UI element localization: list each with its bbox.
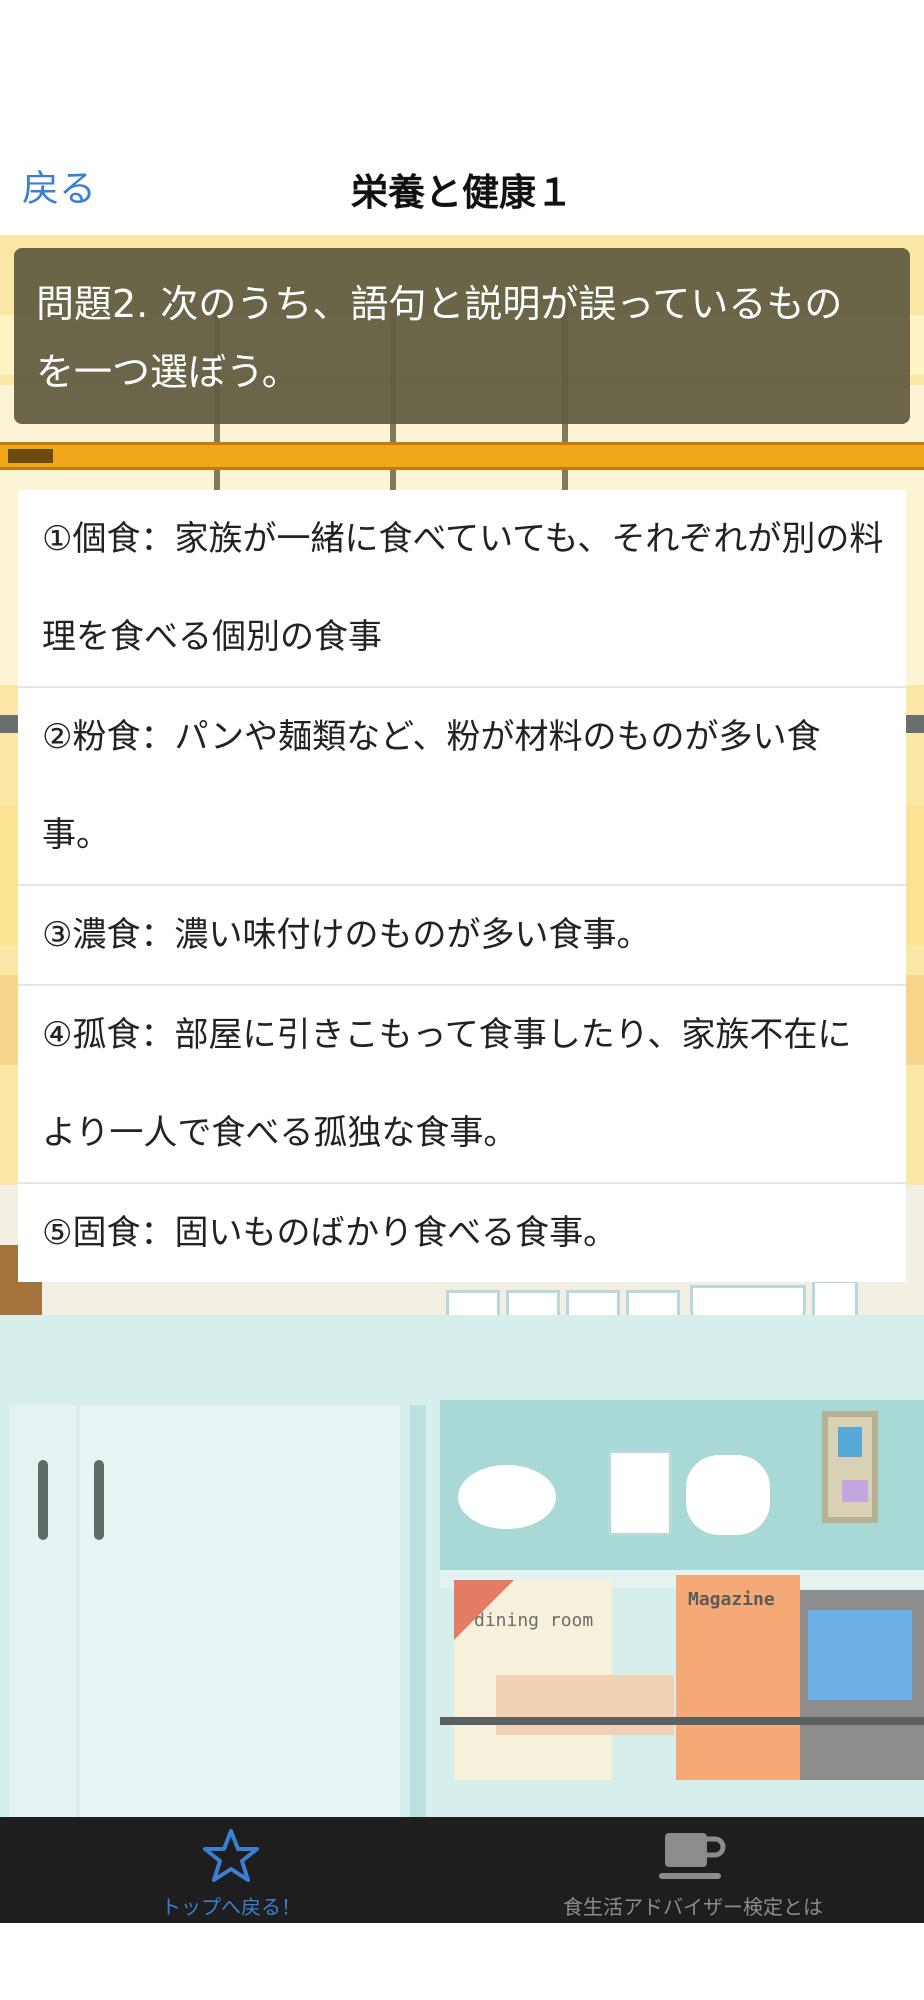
tab-top[interactable]: トップへ戻る！ [0,1817,462,1923]
pot [458,1465,556,1529]
answer-option-5[interactable]: ⑤固食：固いものばかり食べる食事。 [18,1184,906,1282]
answer-option-2[interactable]: ②粉食：パンや麺類など、粉が材料のものが多い食事。 [18,688,906,886]
book-label: dining room [474,1610,594,1631]
navigation-bar: 戻る 栄養と健康１ [0,0,924,235]
table-illustration [496,1675,674,1735]
tab-bar: トップへ戻る！ 食生活アドバイザー検定とは [0,1817,924,1923]
tab-label: トップへ戻る！ [161,1895,301,1919]
picture-art [838,1427,862,1457]
cabinet-door [80,1405,400,1817]
star-icon [201,1827,261,1891]
answer-option-1[interactable]: ①個食：家族が一緒に食べていても、それぞれが別の料理を食べる個別の食事 [18,490,906,688]
question-text: 問題2. 次のうち、語句と説明が誤っているものを一つ選ぼう。 [36,282,843,394]
coffee-cup-icon [655,1827,731,1891]
home-indicator-area [0,1923,924,2000]
cabinet-divider [410,1405,426,1817]
book-magazine: Magazine [676,1575,800,1780]
answer-option-3[interactable]: ③濃食：濃い味付けのものが多い食事。 [18,886,906,986]
shelf-rod [440,1717,924,1725]
cabinet-handle [38,1460,48,1540]
page-title: 栄養と健康１ [351,171,573,214]
book-blue [800,1590,924,1780]
teapot [686,1455,770,1535]
answer-list: ①個食：家族が一緒に食べていても、それぞれが別の料理を食べる個別の食事 ②粉食：… [18,490,906,1282]
timer-fill [8,449,53,463]
tab-about[interactable]: 食生活アドバイザー検定とは [462,1817,924,1923]
canister [608,1450,672,1536]
picture-art [842,1480,868,1502]
tab-label: 食生活アドバイザー検定とは [563,1895,823,1919]
timer-bar [0,442,924,470]
cabinet-handle [94,1460,104,1540]
answer-option-4[interactable]: ④孤食：部屋に引きこもって食事したり、家族不在により一人で食べる孤独な食事。 [18,986,906,1184]
question-box: 問題2. 次のうち、語句と説明が誤っているものを一つ選ぼう。 [14,248,910,424]
book-label: Magazine [688,1589,775,1610]
